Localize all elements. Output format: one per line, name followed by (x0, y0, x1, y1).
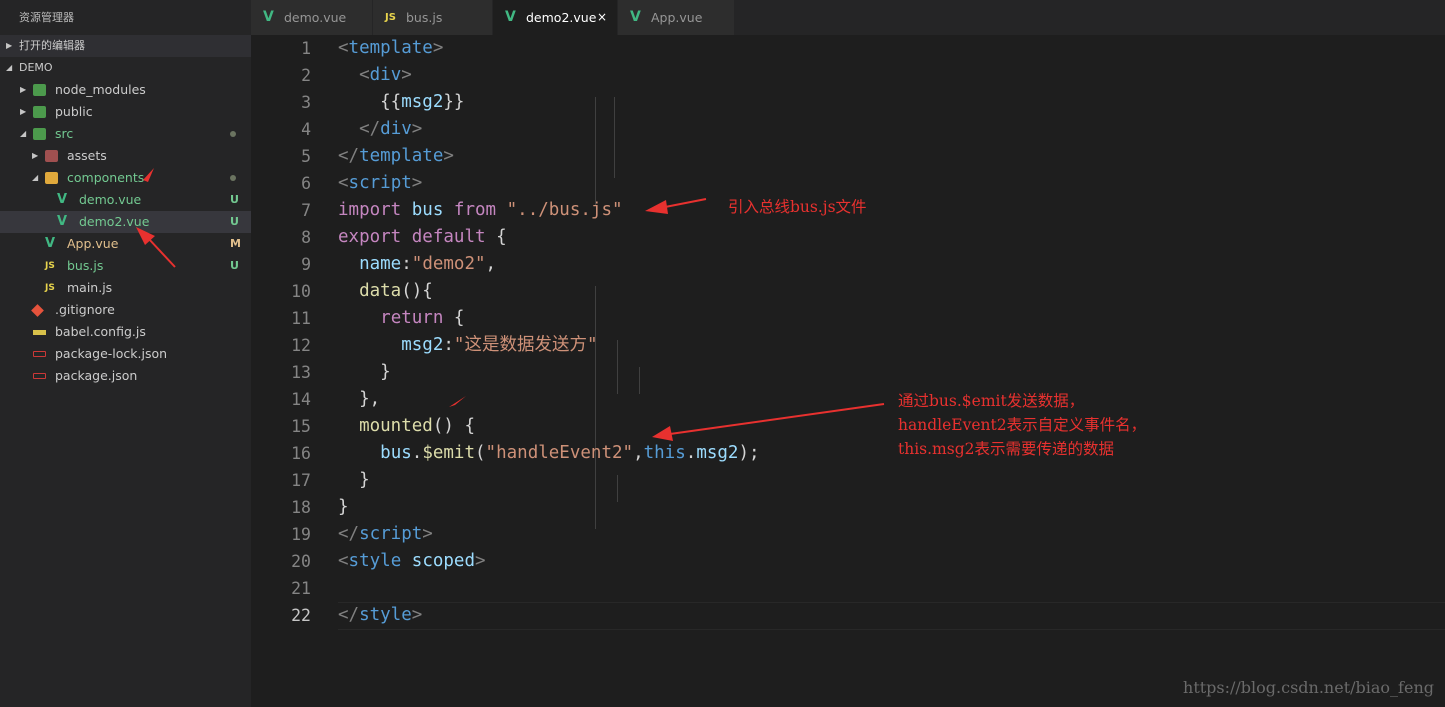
arrowhead (652, 426, 673, 441)
emit-annotation-line: this.msg2表示需要传递的数据 (898, 440, 1114, 458)
arrow-line (669, 403, 885, 435)
arrowhead (143, 168, 154, 182)
arrowhead (645, 200, 668, 214)
watermark: https://blog.csdn.net/biao_feng (1183, 678, 1434, 697)
emit-annotation: 通过bus.$emit发送数据， handleEvent2表示自定义事件名， t… (898, 389, 1146, 461)
emit-annotation-line: handleEvent2表示自定义事件名， (898, 416, 1147, 434)
arrow-line (147, 237, 176, 268)
annotation-overlay (136, 168, 885, 441)
emit-annotation-line: 通过bus.$emit发送数据， (898, 392, 1085, 410)
arrowhead (449, 396, 466, 407)
import-annotation: 引入总线bus.js文件 (728, 198, 867, 216)
